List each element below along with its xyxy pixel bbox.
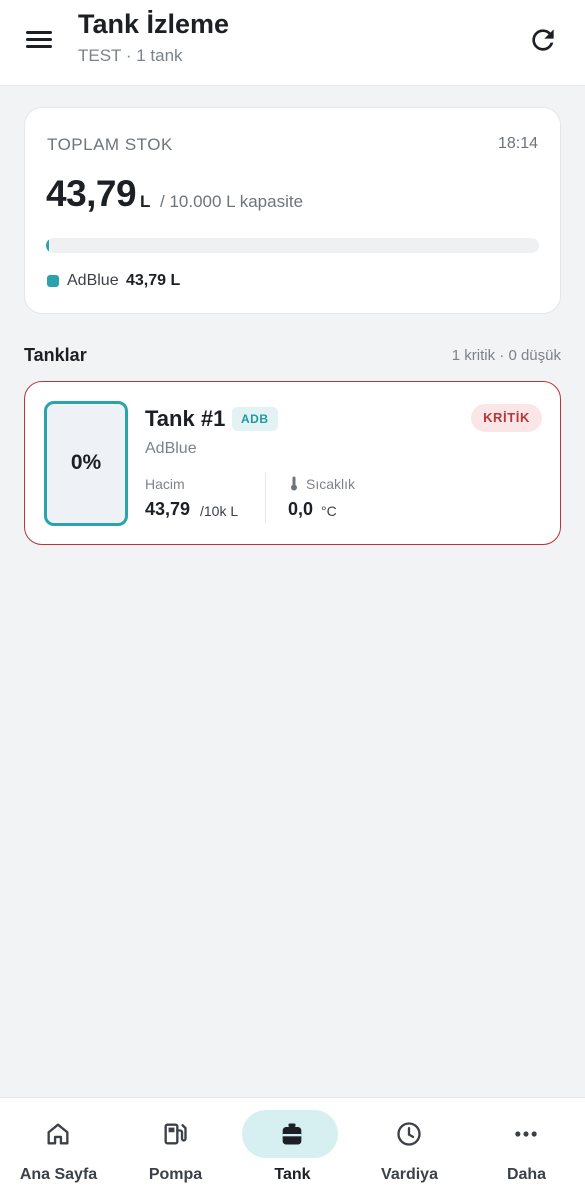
fuel-pump-icon <box>164 1123 187 1145</box>
tank-icon <box>282 1123 302 1145</box>
nav-item-tank[interactable]: Tank <box>234 1098 351 1200</box>
temperature-unit: °C <box>321 503 337 519</box>
nav-label-shift: Vardiya <box>381 1166 438 1183</box>
nav-item-pump[interactable]: Pompa <box>117 1098 234 1200</box>
tanks-section-summary: 1 kritik · 0 düşük <box>451 347 561 364</box>
tank-name: Tank #1 <box>145 406 226 431</box>
app-header: Tank İzleme TEST · 1 tank <box>0 0 585 86</box>
total-stock-value: 43,79 <box>46 173 137 214</box>
home-icon <box>47 1123 69 1145</box>
legend-color-swatch <box>47 275 59 287</box>
status-badge: KRİTİK <box>471 404 542 432</box>
nav-item-more[interactable]: Daha <box>468 1098 585 1200</box>
refresh-icon[interactable] <box>527 24 559 56</box>
thermometer-icon <box>291 476 297 491</box>
nav-label-more: Daha <box>506 1166 547 1183</box>
nav-label-tank: Tank <box>274 1166 311 1183</box>
stock-progress-bar <box>46 238 539 253</box>
app-root: Tank İzleme TEST · 1 tank TOPLAM STOK 18… <box>0 0 585 1200</box>
nav-label-home: Ana Sayfa <box>19 1166 98 1183</box>
temperature-value: 0,0 <box>288 499 314 519</box>
tank-level-gauge: 0% <box>44 401 128 526</box>
product-tag-badge: ADB <box>232 407 278 431</box>
nav-label-pump: Pompa <box>148 1166 203 1183</box>
total-stock-label: TOPLAM STOK <box>47 135 173 154</box>
total-stock-card: TOPLAM STOK 18:14 43,79 L / 10.000 L kap… <box>24 107 561 314</box>
stock-progress-fill <box>46 238 49 253</box>
tank-card[interactable]: 0% Tank #1 ADB KRİTİK AdBlue Hacim 43,79… <box>24 381 561 545</box>
total-capacity: / 10.000 L kapasite <box>160 192 304 211</box>
temperature-label: Sıcaklık <box>306 476 356 492</box>
page-subtitle: TEST · 1 tank <box>78 46 183 65</box>
total-stock-unit: L <box>140 192 151 211</box>
legend-product-value: 43,79 L <box>126 272 181 289</box>
nav-item-home[interactable]: Ana Sayfa <box>0 1098 117 1200</box>
volume-unit: /10k L <box>200 503 239 519</box>
stat-divider <box>265 473 266 523</box>
page-title: Tank İzleme <box>78 9 230 39</box>
last-update-time: 18:14 <box>497 135 538 152</box>
more-icon <box>515 1131 537 1137</box>
volume-label: Hacim <box>145 476 185 492</box>
clock-icon <box>397 1122 421 1146</box>
bottom-navigation: Ana Sayfa Pompa Tank Vardiya Daha <box>0 1097 585 1200</box>
tanks-section-title: Tanklar <box>24 345 87 365</box>
tank-product-name: AdBlue <box>145 440 197 457</box>
nav-item-shift[interactable]: Vardiya <box>351 1098 468 1200</box>
menu-icon[interactable] <box>26 28 56 52</box>
legend-product-name: AdBlue <box>67 272 119 289</box>
tank-level-percent: 0% <box>70 451 102 474</box>
volume-value: 43,79 <box>145 499 191 519</box>
